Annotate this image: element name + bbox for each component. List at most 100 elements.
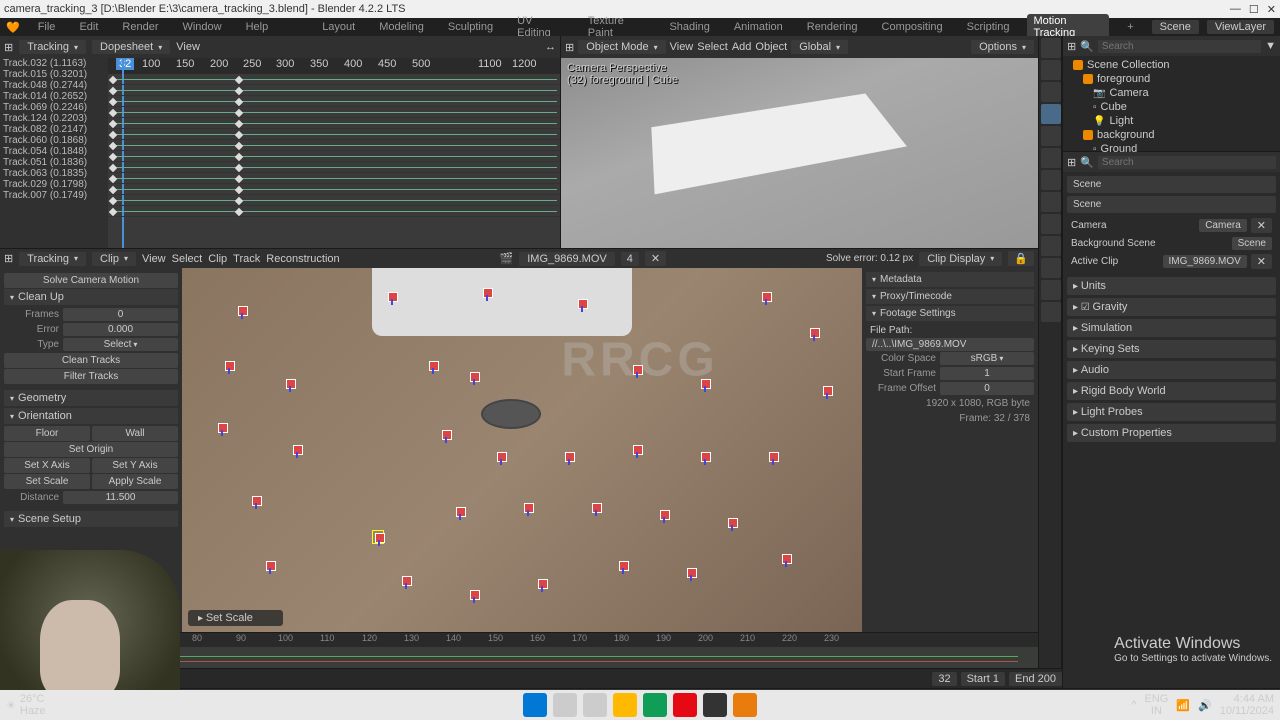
track-row[interactable]: Track.032 (1.1163) [0, 58, 108, 69]
texture-tab-icon[interactable] [1041, 302, 1061, 322]
app-icon[interactable] [703, 693, 727, 717]
track-marker[interactable] [250, 494, 262, 508]
track-marker[interactable] [264, 559, 276, 573]
scene-panel-header[interactable]: Scene [1067, 196, 1276, 213]
volume-icon[interactable]: 🔊 [1198, 699, 1212, 712]
track-marker[interactable] [617, 559, 629, 573]
ws-scripting[interactable]: Scripting [961, 20, 1016, 34]
outliner-search[interactable] [1098, 40, 1261, 53]
audio-panel[interactable]: ▸ Audio [1067, 361, 1276, 379]
vp-object-menu[interactable]: Object [755, 41, 787, 53]
explorer-icon[interactable] [613, 693, 637, 717]
outliner-icon[interactable]: ⊞ [1067, 40, 1076, 53]
track-marker[interactable] [563, 450, 575, 464]
dopesheet-editor-icon[interactable]: ⊞ [4, 41, 13, 54]
object-tab-icon[interactable] [1041, 148, 1061, 168]
menu-window[interactable]: Window [176, 20, 227, 34]
clip-unlink-icon[interactable]: ✕ [645, 251, 666, 266]
track-row[interactable]: Track.015 (0.3201) [0, 69, 108, 80]
output-tab-icon[interactable] [1041, 60, 1061, 80]
start-frame-input[interactable]: 1 [940, 367, 1034, 380]
track-marker[interactable] [576, 297, 588, 311]
scene-selector[interactable]: Scene [1152, 20, 1199, 34]
track-marker[interactable] [284, 377, 296, 391]
set-origin-button[interactable]: Set Origin [4, 442, 178, 457]
clip-display-dropdown[interactable]: Clip Display [919, 252, 1002, 266]
scene-breadcrumb[interactable]: Scene [1067, 176, 1276, 193]
orientation-panel-header[interactable]: Orientation [4, 408, 178, 424]
props-search[interactable] [1098, 156, 1276, 169]
track-marker[interactable] [821, 384, 833, 398]
object-row[interactable]: ▫ Cube [1065, 100, 1278, 114]
camera-select[interactable]: Camera [1199, 219, 1247, 232]
tray-chevron-icon[interactable]: ^ [1131, 699, 1136, 711]
track-row[interactable]: Track.063 (0.1835) [0, 168, 108, 179]
weather-icon[interactable]: ☀ [6, 699, 16, 712]
task-view-icon[interactable] [583, 693, 607, 717]
track-marker[interactable] [780, 552, 792, 566]
minimize-button[interactable]: — [1230, 3, 1241, 16]
ws-add[interactable]: + [1121, 20, 1139, 34]
data-tab-icon[interactable] [1041, 258, 1061, 278]
ws-compositing[interactable]: Compositing [876, 20, 949, 34]
tracking-mode[interactable]: Tracking [19, 40, 86, 54]
clip-users[interactable]: 4 [621, 252, 639, 266]
track-marker[interactable] [440, 428, 452, 442]
clip-reconstruction-menu[interactable]: Reconstruction [266, 253, 339, 265]
track-marker[interactable] [223, 359, 235, 373]
frames-input[interactable]: 0 [63, 308, 178, 321]
object-row[interactable]: 📷 Camera [1065, 86, 1278, 100]
keying-panel[interactable]: ▸ Keying Sets [1067, 340, 1276, 358]
unlink-icon[interactable]: ✕ [1251, 218, 1272, 233]
collection-row[interactable]: background [1065, 128, 1278, 142]
clip-clip-menu[interactable]: Clip [208, 253, 227, 265]
set-scale-button[interactable]: Set Scale [4, 474, 90, 489]
track-marker[interactable] [291, 443, 303, 457]
clip-select-menu[interactable]: Select [172, 253, 203, 265]
scene-collection-row[interactable]: Scene Collection [1065, 58, 1278, 72]
menu-file[interactable]: File [32, 20, 62, 34]
filepath-input[interactable]: //..\..\IMG_9869.MOV [866, 338, 1034, 351]
track-marker[interactable] [468, 370, 480, 384]
track-row[interactable]: Track.007 (0.1749) [0, 190, 108, 201]
units-panel[interactable]: ▸ Units [1067, 277, 1276, 295]
track-row[interactable]: Track.051 (0.1836) [0, 157, 108, 168]
object-mode-selector[interactable]: Object Mode [578, 40, 665, 54]
unlink-icon[interactable]: ✕ [1251, 254, 1272, 269]
maximize-button[interactable]: ☐ [1249, 3, 1259, 16]
clip-editor-icon[interactable]: ⊞ [4, 252, 13, 265]
blender-icon[interactable]: 🧡 [6, 21, 20, 34]
search-button[interactable] [553, 693, 577, 717]
dopesheet-timeline[interactable]: 32 100 150 200 250 300 350 400 450 500 1… [108, 58, 560, 248]
world-tab-icon[interactable] [1041, 126, 1061, 146]
viewlayer-tab-icon[interactable] [1041, 82, 1061, 102]
gravity-panel[interactable]: ▸ ☑ Gravity [1067, 298, 1276, 316]
track-marker[interactable] [216, 421, 228, 435]
physics-tab-icon[interactable] [1041, 214, 1061, 234]
netflix-icon[interactable] [673, 693, 697, 717]
track-row[interactable]: Track.014 (0.2652) [0, 91, 108, 102]
proxy-panel[interactable]: Proxy/Timecode [866, 289, 1034, 304]
track-marker[interactable] [400, 574, 412, 588]
dopesheet-view-menu[interactable]: View [176, 41, 200, 53]
floor-button[interactable]: Floor [4, 426, 90, 441]
footage-panel[interactable]: Footage Settings [866, 306, 1034, 321]
scene-setup-panel-header[interactable]: Scene Setup [4, 511, 178, 527]
track-row[interactable]: Track.124 (0.2203) [0, 113, 108, 124]
track-marker[interactable] [699, 450, 711, 464]
clip-view-menu[interactable]: View [142, 253, 166, 265]
track-marker[interactable] [590, 501, 602, 515]
dopesheet-submode[interactable]: Dopesheet [92, 40, 170, 54]
metadata-panel[interactable]: Metadata [866, 272, 1034, 287]
wall-button[interactable]: Wall [92, 426, 178, 441]
geometry-panel-header[interactable]: Geometry [4, 390, 178, 406]
menu-render[interactable]: Render [116, 20, 164, 34]
custom-props-panel[interactable]: ▸ Custom Properties [1067, 424, 1276, 442]
clip-track-menu[interactable]: Track [233, 253, 260, 265]
error-input[interactable]: 0.000 [63, 323, 178, 336]
frame-offset-input[interactable]: 0 [940, 382, 1034, 395]
selected-track-marker[interactable] [372, 530, 384, 544]
track-marker[interactable] [454, 505, 466, 519]
viewport-editor-icon[interactable]: ⊞ [565, 41, 574, 54]
filter-tracks-button[interactable]: Filter Tracks [4, 369, 178, 384]
